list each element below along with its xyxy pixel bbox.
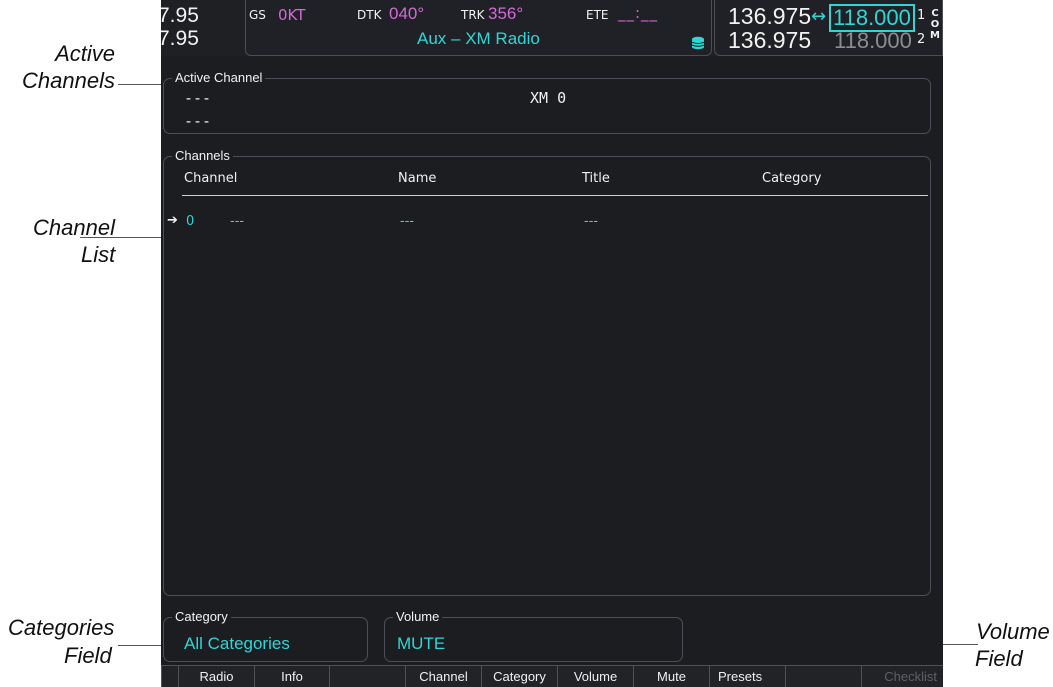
com2-tag: 2 bbox=[917, 32, 926, 47]
page-title: Aux – XM Radio bbox=[417, 29, 540, 48]
active-channel-panel: Active Channel --- --- XM 0 bbox=[163, 70, 931, 134]
softkey-channel[interactable]: Channel bbox=[405, 665, 481, 687]
callout-text: Volume bbox=[976, 619, 1050, 644]
category-field[interactable]: All Categories bbox=[184, 634, 290, 654]
callout-text: Active bbox=[55, 41, 115, 66]
callout-text: Channels bbox=[22, 68, 115, 93]
left-freq-bottom: 7.95 bbox=[161, 27, 199, 50]
ete-label: ETE bbox=[586, 8, 609, 22]
volume-field[interactable]: MUTE bbox=[397, 634, 445, 654]
softkey-radio[interactable]: Radio bbox=[178, 665, 254, 687]
com-vertical-label: COM bbox=[929, 4, 941, 41]
trk-value: 356° bbox=[488, 4, 524, 23]
com2-active[interactable]: 136.975 bbox=[728, 27, 811, 54]
active-channel-center: XM 0 bbox=[530, 89, 567, 107]
callout-categories-field-2: Field bbox=[64, 644, 112, 668]
column-header-title: Title bbox=[582, 171, 610, 186]
callout-active-channels: Active bbox=[55, 42, 115, 66]
softkey-volume[interactable]: Volume bbox=[557, 665, 633, 687]
callout-text: Field bbox=[64, 643, 112, 668]
category-field-title: Category bbox=[172, 609, 231, 624]
com1-active[interactable]: 136.975 bbox=[728, 3, 811, 30]
category-field-panel: Category All Categories bbox=[163, 609, 368, 662]
mfd-screen: 7.95 7.95 GS 0KT DTK 040° TRK 356° ETE _… bbox=[161, 0, 943, 687]
ete-value: __:__ bbox=[618, 4, 659, 22]
dtk-value: 040° bbox=[389, 4, 425, 23]
table-row[interactable]: ➔ 0 --- --- --- bbox=[164, 213, 924, 231]
softkey-checklist[interactable]: Checklist bbox=[861, 665, 943, 687]
softkey-blank[interactable] bbox=[785, 665, 861, 687]
row-title: --- bbox=[400, 214, 415, 229]
softkey-blank[interactable] bbox=[161, 665, 178, 687]
com-letter: C bbox=[931, 8, 939, 19]
gs-value: 0KT bbox=[278, 6, 306, 24]
gs-label: GS bbox=[249, 8, 266, 22]
volume-field-title: Volume bbox=[393, 609, 443, 624]
trk-label: TRK bbox=[461, 8, 485, 22]
active-channel-line1: --- bbox=[184, 89, 212, 107]
database-icon bbox=[691, 35, 705, 50]
callout-volume-field: Volume bbox=[976, 620, 1050, 644]
callout-categories-field: Categories bbox=[8, 616, 114, 640]
com1-tag: 1 bbox=[917, 8, 926, 23]
column-header-name: Name bbox=[398, 171, 437, 186]
callout-text: List bbox=[81, 242, 116, 267]
channels-title: Channels bbox=[172, 148, 233, 163]
active-channel-title: Active Channel bbox=[172, 70, 266, 85]
callout-channel-list-2: List bbox=[81, 243, 115, 267]
com-letters: COM bbox=[929, 8, 941, 41]
active-channel-line2: --- bbox=[184, 112, 212, 130]
com2-standby[interactable]: 118.000 bbox=[834, 28, 912, 54]
callout-volume-field-2: Field bbox=[975, 647, 1023, 671]
volume-field-panel: Volume MUTE bbox=[384, 609, 683, 662]
callout-text: Field bbox=[975, 646, 1023, 671]
softkey-category[interactable]: Category bbox=[481, 665, 557, 687]
dtk-label: DTK bbox=[357, 8, 382, 22]
swap-arrow-icon[interactable]: ↔ bbox=[811, 6, 826, 27]
channels-panel: Channels Channel Name Title Category ➔ 0… bbox=[163, 148, 931, 596]
softkey-bar: Radio Info Channel Category Volume Mute … bbox=[161, 665, 943, 687]
com-letter: M bbox=[930, 30, 940, 41]
callout-text: Categories bbox=[8, 615, 115, 640]
softkey-info[interactable]: Info bbox=[254, 665, 329, 687]
left-freq-top: 7.95 bbox=[161, 4, 199, 27]
row-extra: --- bbox=[584, 214, 599, 229]
header-divider bbox=[182, 195, 928, 196]
row-channel: 0 bbox=[186, 214, 195, 229]
softkey-presets[interactable]: Presets bbox=[709, 665, 785, 687]
column-header-channel: Channel bbox=[184, 171, 238, 186]
com-letter: O bbox=[930, 19, 940, 30]
selected-arrow-icon: ➔ bbox=[167, 213, 178, 228]
callout-active-channels-2: Channels bbox=[22, 69, 115, 93]
row-name: --- bbox=[230, 214, 245, 229]
softkey-blank[interactable] bbox=[329, 665, 405, 687]
column-header-category: Category bbox=[762, 171, 822, 186]
softkey-mute[interactable]: Mute bbox=[633, 665, 709, 687]
